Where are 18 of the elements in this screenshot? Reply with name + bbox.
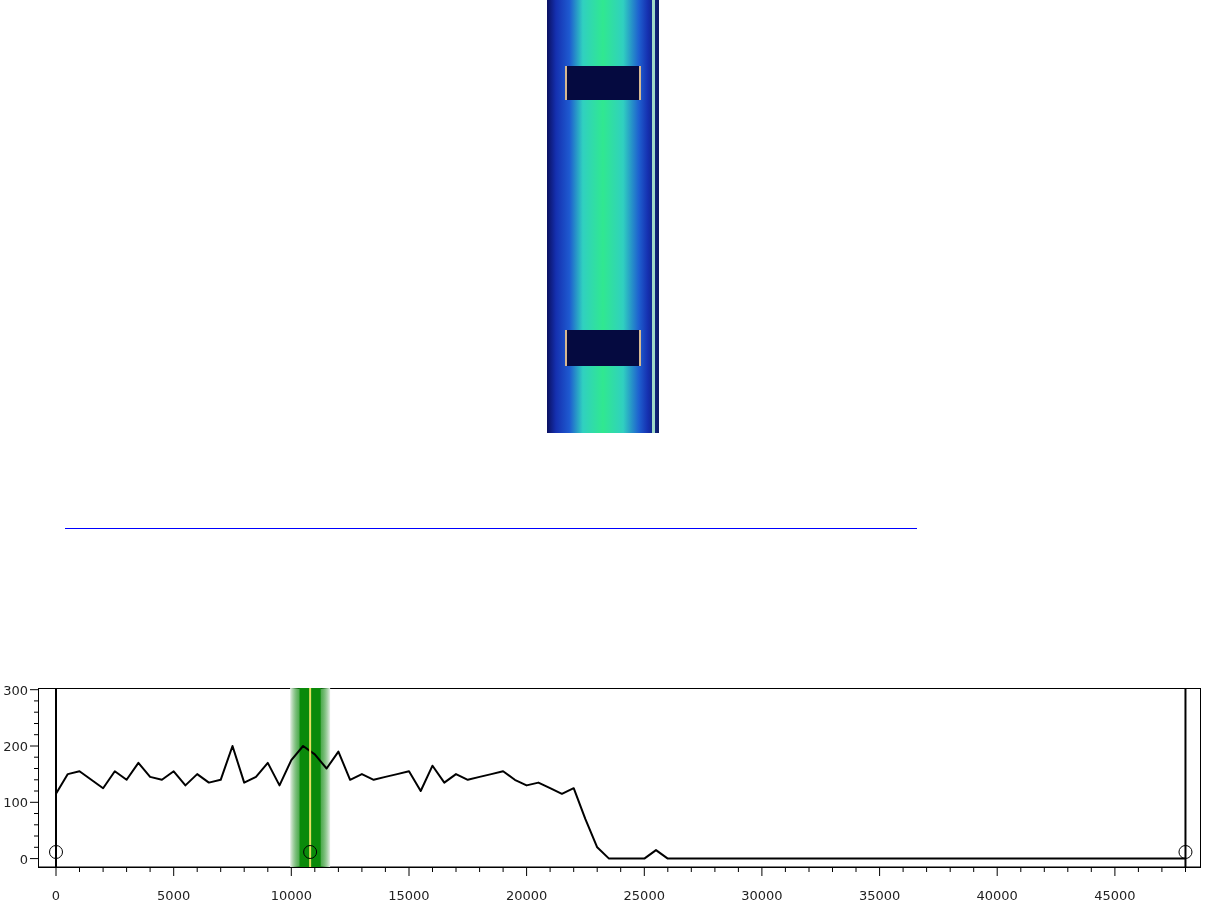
axis-tick-label: 200 — [3, 739, 28, 754]
axis-tick-label: 40000 — [976, 888, 1018, 903]
cursor-marker[interactable] — [303, 687, 318, 868]
axis-tick-label: 0 — [51, 888, 61, 903]
axis-tick-label: 30000 — [741, 888, 783, 903]
axis-tick-label: 45000 — [1094, 888, 1136, 903]
axis-tick-label: 15000 — [388, 888, 430, 903]
cursor-marker[interactable] — [1178, 687, 1193, 868]
cursor-marker[interactable] — [49, 687, 63, 868]
axis-tick-label: 100 — [3, 795, 28, 811]
axis-tick-label: 5000 — [157, 888, 191, 903]
axis-tick-label: 300 — [3, 682, 28, 698]
selection-band[interactable] — [290, 688, 331, 867]
axis-tick-label: 0 — [19, 851, 28, 867]
axis-tick-label: 10000 — [270, 888, 312, 903]
axis-tick-label: 25000 — [623, 888, 665, 903]
axis-tick-label: 20000 — [505, 888, 548, 903]
axis-tick-label: 35000 — [858, 888, 901, 903]
